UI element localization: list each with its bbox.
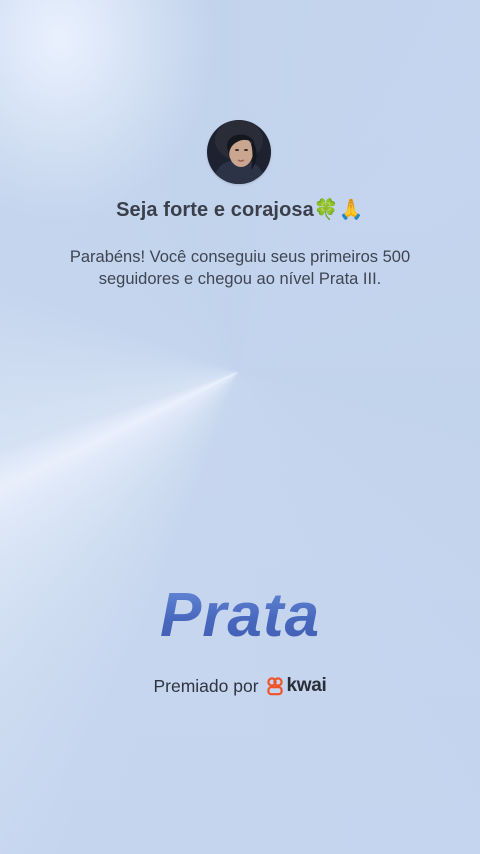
award-label: Premiado por (153, 675, 259, 696)
award-line: Premiado por kwai (0, 675, 480, 697)
congratulations-message: Parabéns! Você conseguiu seus primeiros … (69, 248, 411, 288)
avatar-photo (207, 120, 271, 184)
level-up-screen: Seja forte e corajosa🍀🙏 Parabéns! Você c… (0, 0, 480, 854)
kwai-wordmark: kwai (286, 675, 327, 696)
profile-title-text: Seja forte e corajosa (116, 199, 314, 221)
kwai-icon (266, 677, 283, 696)
kwai-logo: kwai (265, 675, 327, 697)
clover-prayer-emoji: 🍀🙏 (313, 197, 364, 221)
avatar (207, 120, 271, 184)
level-name: Prata (0, 580, 480, 651)
profile-title: Seja forte e corajosa🍀🙏 (0, 197, 480, 222)
